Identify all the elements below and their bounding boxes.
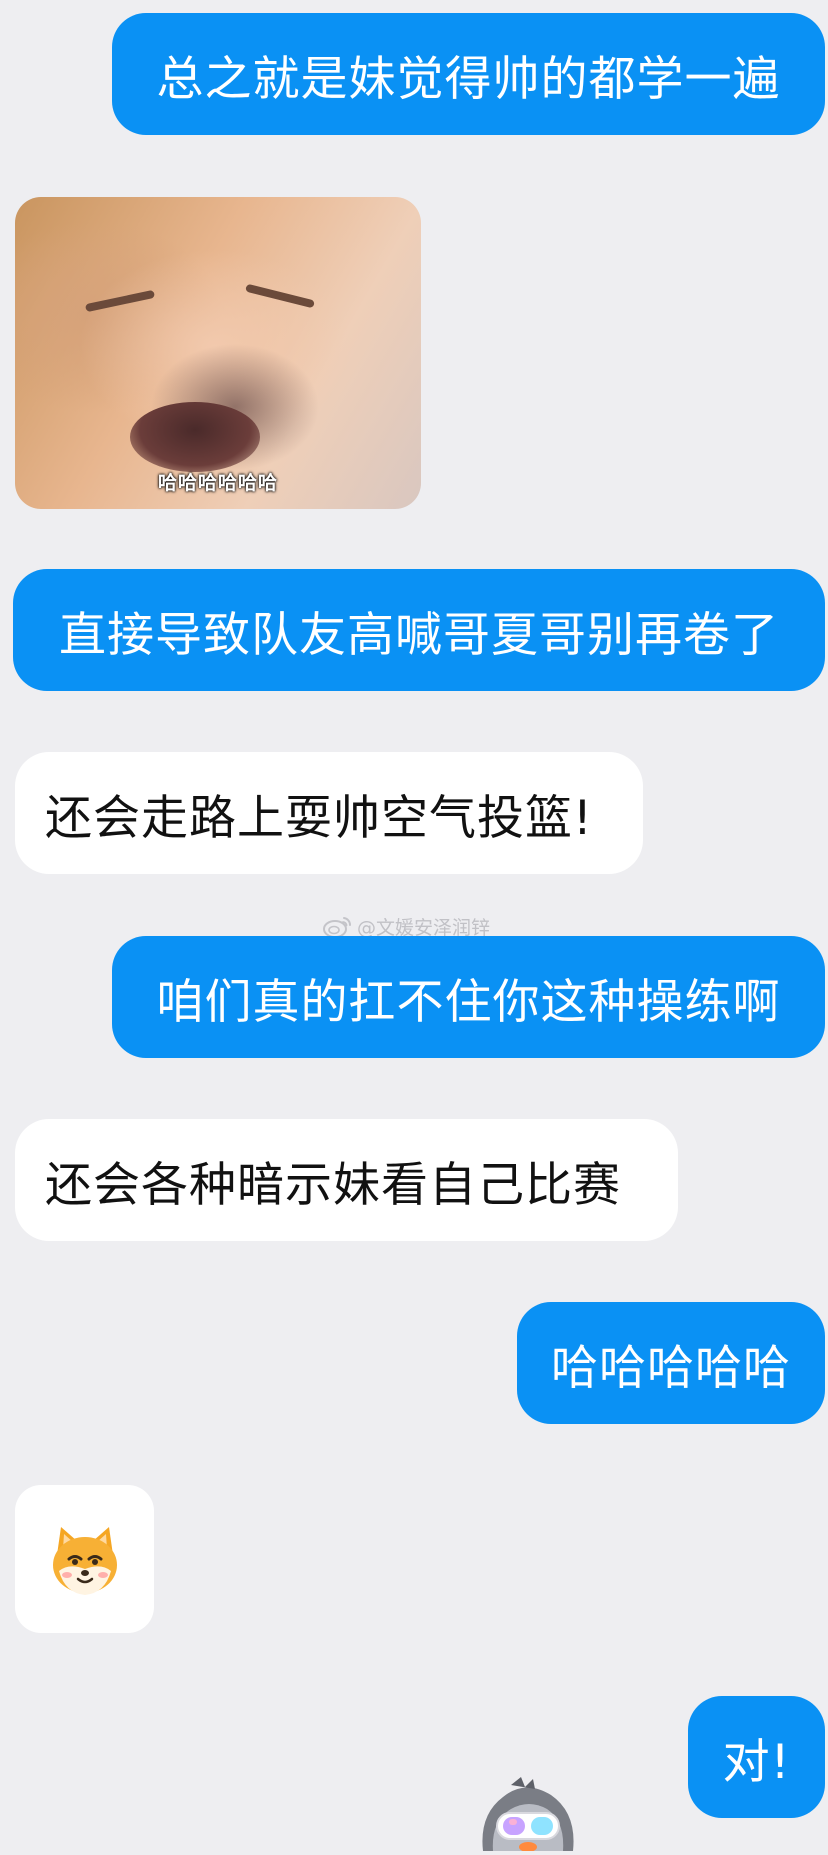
incoming-message-bubble[interactable]: 还会各种暗示妹看自己比赛 xyxy=(15,1119,678,1241)
weibo-icon xyxy=(323,916,352,938)
message-text: 对! xyxy=(722,1734,791,1790)
outgoing-message-bubble[interactable]: 直接导致队友高喊哥夏哥别再卷了 xyxy=(13,569,825,691)
outgoing-message-bubble[interactable]: 总之就是妹觉得帅的都学一遍 xyxy=(112,13,825,135)
message-text: 还会走路上耍帅空气投篮! xyxy=(45,790,593,846)
message-text: 哈哈哈哈哈 xyxy=(551,1340,791,1396)
cat-eye-right-shape xyxy=(245,283,315,309)
outgoing-message-bubble[interactable]: 对! xyxy=(688,1696,825,1818)
image-caption: 哈哈哈哈哈哈 xyxy=(157,472,278,494)
message-text: 总之就是妹觉得帅的都学一遍 xyxy=(156,51,781,107)
incoming-sticker-message[interactable] xyxy=(15,1485,154,1633)
cat-mouth-shape xyxy=(130,402,260,472)
message-text: 还会各种暗示妹看自己比赛 xyxy=(45,1157,621,1213)
cat-eye-left-shape xyxy=(84,289,156,313)
incoming-image-message[interactable]: 哈哈哈哈哈哈 xyxy=(15,197,421,509)
penguin-avatar-icon xyxy=(482,1777,574,1852)
avatar[interactable] xyxy=(473,1775,583,1855)
message-text: 直接导致队友高喊哥夏哥别再卷了 xyxy=(59,607,779,663)
incoming-message-bubble[interactable]: 还会走路上耍帅空气投篮! xyxy=(15,752,643,874)
outgoing-message-bubble[interactable]: 咱们真的扛不住你这种操练啊 xyxy=(112,936,825,1058)
outgoing-message-bubble[interactable]: 哈哈哈哈哈 xyxy=(517,1302,825,1424)
message-text: 咱们真的扛不住你这种操练啊 xyxy=(156,974,781,1030)
shiba-dog-sticker-icon xyxy=(52,1527,117,1595)
